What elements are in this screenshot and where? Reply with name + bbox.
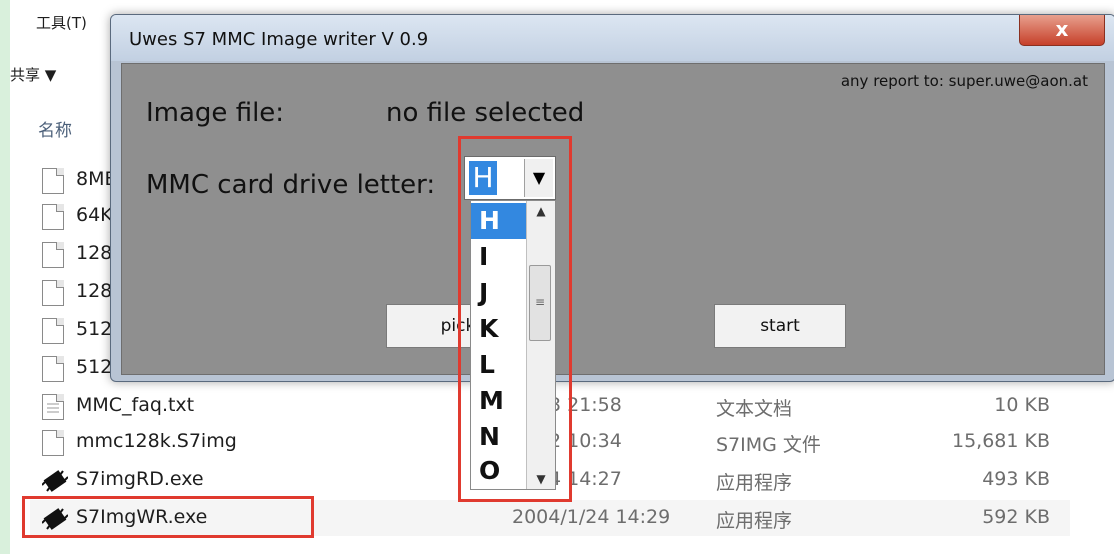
scrollbar-thumb[interactable]: ≡ [529,265,551,341]
table-row[interactable]: S7ImgWR.exe 2004/1/24 14:29 应用程序 592 KB [30,500,1070,536]
file-name: 512 [76,356,113,378]
file-icon [42,318,64,344]
exe-chip-icon [41,506,69,532]
file-name: 128 [76,280,113,302]
file-icon [42,242,64,268]
start-button[interactable]: start [714,304,846,348]
file-icon [42,430,64,456]
image-writer-dialog: Uwes S7 MMC Image writer V 0.9 x any rep… [110,14,1114,382]
drive-option-n[interactable]: N [471,419,527,455]
drive-option-l[interactable]: L [471,347,527,383]
file-date: 2004/1/24 14:29 [512,506,671,528]
file-name: mmc128k.S7img [76,430,237,452]
close-button[interactable]: x [1019,15,1105,46]
file-size: 493 KB [982,468,1050,490]
drive-option-m[interactable]: M [471,383,527,419]
file-type: 文本文档 [716,398,793,420]
file-size: 15,681 KB [951,430,1050,452]
drive-letter-dropdown-list[interactable]: H I J K L M N O ▲ ≡ ▼ [470,200,556,490]
image-file-value: no file selected [386,98,585,128]
file-name: 64K [76,204,113,226]
drive-letter-label: MMC card drive letter: [146,170,436,200]
share-menu[interactable]: 共享 ▼ [10,64,56,85]
file-type: 应用程序 [716,510,793,532]
menu-tools[interactable]: 工具(T) [36,12,87,33]
file-icon [42,168,64,194]
drive-option-i[interactable]: I [471,239,527,275]
exe-chip-icon [41,468,69,494]
dropdown-scrollbar[interactable]: ▲ ≡ ▼ [526,201,555,489]
image-file-label: Image file: [146,98,285,128]
drive-option-o[interactable]: O [471,453,527,489]
file-size: 10 KB [994,394,1050,416]
file-size: 592 KB [982,506,1050,528]
file-type: S7IMG 文件 [716,434,821,456]
column-header-name[interactable]: 名称 [38,116,72,141]
chevron-down-icon[interactable]: ▼ [524,159,553,197]
drive-letter-value: H [469,161,497,195]
file-name: 128 [76,242,113,264]
dialog-title: Uwes S7 MMC Image writer V 0.9 [129,29,429,50]
file-name: S7imgRD.exe [76,468,204,490]
file-type: 应用程序 [716,472,793,494]
drive-option-h[interactable]: H [471,203,527,239]
file-name: S7ImgWR.exe [76,506,208,528]
file-name: MMC_faq.txt [76,394,195,416]
file-icon [42,280,64,306]
dialog-titlebar[interactable]: Uwes S7 MMC Image writer V 0.9 [111,15,1114,61]
file-icon [42,356,64,382]
drive-letter-select[interactable]: H ▼ [464,156,556,200]
drive-option-k[interactable]: K [471,311,527,347]
scroll-down-arrow-icon[interactable]: ▼ [527,469,555,489]
file-icon [42,204,64,230]
text-file-icon [42,394,64,420]
scroll-up-arrow-icon[interactable]: ▲ [527,201,555,221]
dialog-client-area: any report to: super.uwe@aon.at Image fi… [121,63,1105,375]
drive-option-j[interactable]: J [471,275,527,311]
file-name: 512 [76,318,113,340]
report-email-text: any report to: super.uwe@aon.at [840,72,1088,90]
